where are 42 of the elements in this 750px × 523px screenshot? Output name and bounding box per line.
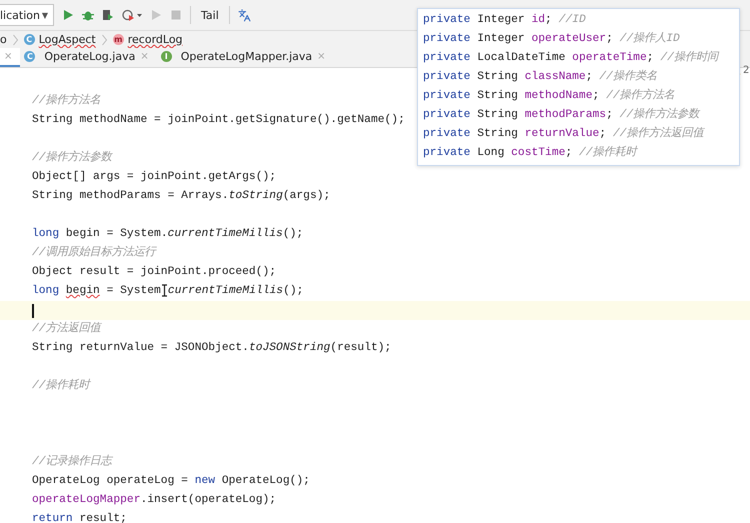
code-comment: //操作方法参数 (32, 150, 112, 166)
code-line: long begin = System.currentTimeMillis(); (32, 226, 304, 242)
editor-tab[interactable]: C OperateLog.java × (20, 48, 157, 67)
code-comment: //方法返回值 (32, 320, 101, 337)
breadcrumb-item[interactable]: C LogAspect (24, 33, 96, 46)
code-line: Object[] args = joinPoint.getArgs(); (32, 170, 276, 185)
code-comment: //调用原始目标方法运行 (32, 244, 156, 261)
warning-count: 2 (743, 65, 750, 76)
code-line: private String returnValue; //操作方法返回值 (423, 128, 704, 140)
text-caret (32, 304, 34, 318)
code-line: Object result = joinPoint.proceed(); (32, 264, 276, 280)
code-line: OperateLog operateLog = new OperateLog(); (32, 474, 310, 489)
run-icon[interactable] (62, 9, 74, 21)
code-line: String returnValue = JSONObject.toJSONString(result); (32, 340, 392, 356)
text-cursor-icon (160, 284, 168, 297)
translate-icon[interactable] (238, 8, 251, 22)
profiler-icon[interactable] (122, 9, 142, 21)
code-line: private String methodName; //操作方法名 (423, 90, 675, 102)
chevron-icon (12, 34, 18, 46)
code-line: operateLogMapper.insert(operateLog); (32, 492, 276, 508)
code-line: long begin = System currentTimeMillis(); (32, 282, 304, 299)
code-line: private String methodParams; //操作方法参数 (423, 109, 700, 121)
breadcrumb-item[interactable]: m recordLog (112, 33, 183, 46)
code-line: private LocalDateTime operateTime; //操作时间 (423, 52, 718, 64)
code-comment: //记录操作日志 (32, 454, 112, 470)
code-line: private String className; //操作类名 (423, 71, 657, 83)
chevron-icon (102, 34, 107, 46)
code-line: return result; (32, 512, 127, 523)
code-comment: //操作耗时 (32, 378, 90, 394)
code-line: private Integer operateUser; //操作人ID (423, 33, 680, 45)
editor-tab[interactable]: I OperateLogMapper.java × (156, 48, 334, 67)
debug-icon[interactable] (82, 9, 94, 21)
code-line: String methodName = joinPoint.getSignature().getName(); (32, 112, 405, 128)
code-line: String methodParams = Arrays.toString(args); (32, 188, 330, 204)
code-line: private Integer id; //ID (423, 14, 586, 26)
stop-icon[interactable] (170, 9, 182, 21)
coverage-icon[interactable] (102, 9, 114, 21)
tail-button[interactable]: Tail (199, 8, 221, 22)
code-line: private Long costTime; //操作耗时 (423, 147, 637, 159)
run-configuration-dropdown[interactable]: lication ▼ (0, 4, 54, 26)
breadcrumb-item[interactable]: o (0, 33, 7, 46)
code-comment: //操作方法名 (32, 92, 101, 109)
